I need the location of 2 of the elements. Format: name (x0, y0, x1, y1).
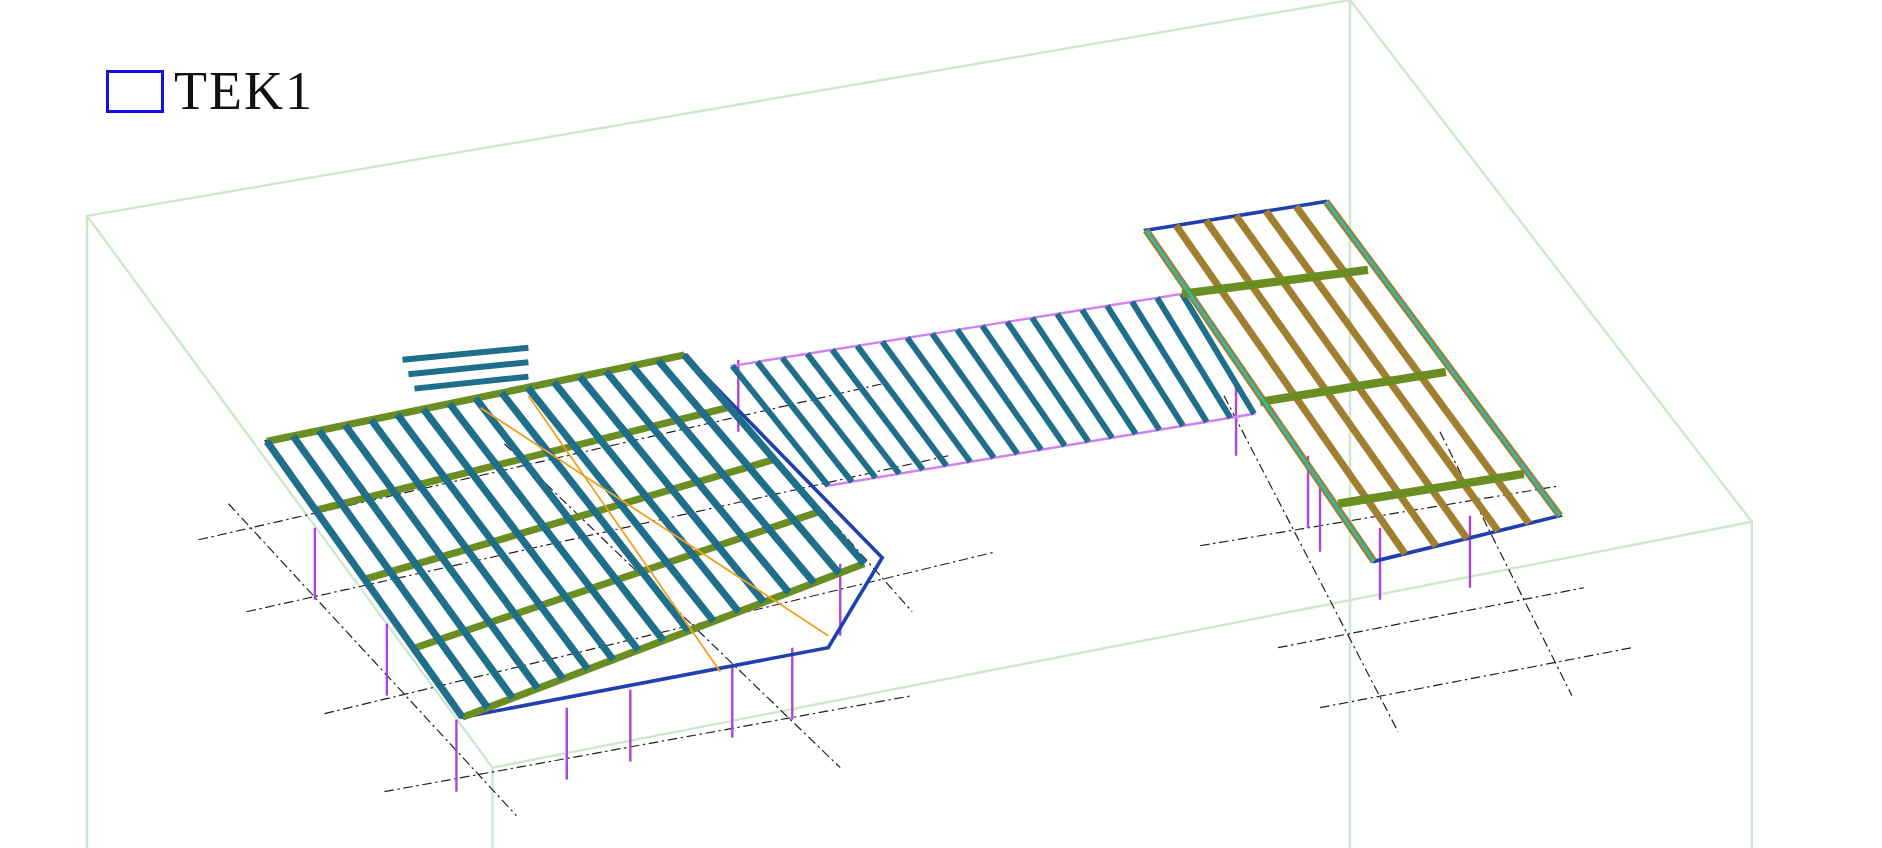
view-title: TEK1 (174, 64, 314, 118)
view-frame-icon (106, 69, 164, 113)
